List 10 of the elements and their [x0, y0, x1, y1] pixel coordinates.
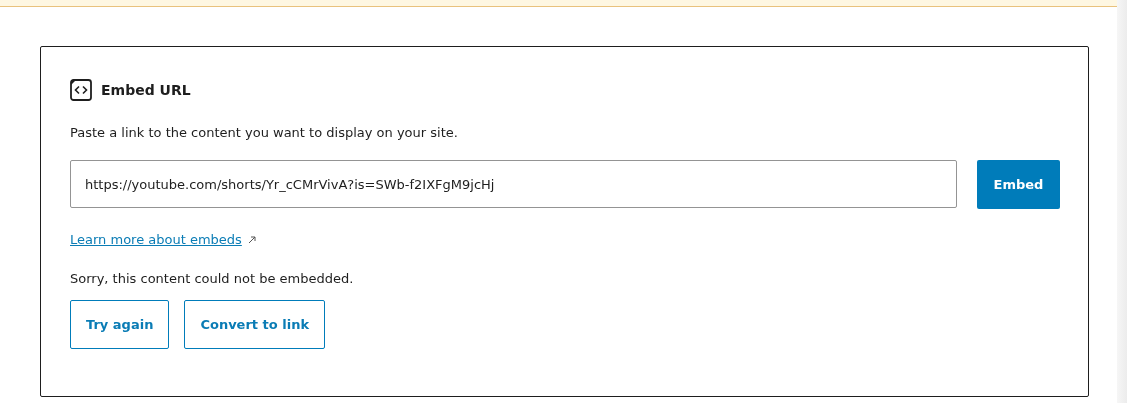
block-title: Embed URL: [101, 82, 191, 98]
code-icon: [70, 79, 92, 101]
action-button[interactable]: Try again: [70, 300, 170, 349]
url-field[interactable]: https://youtube.com/shorts/Yr_cCMrVivA?is=SWb-f2IXFgM9jcHj: [70, 160, 957, 208]
error-message: Sorry, this content could not be embedded.: [70, 271, 355, 286]
instructions-text: Paste a link to the content you want to display on your site.: [70, 125, 459, 140]
action-button[interactable]: Convert to link: [184, 300, 326, 349]
external-link-icon: [247, 235, 256, 244]
learn-more-link[interactable]: Learn more about embeds: [70, 232, 242, 247]
embed-button[interactable]: Embed: [977, 160, 1060, 209]
